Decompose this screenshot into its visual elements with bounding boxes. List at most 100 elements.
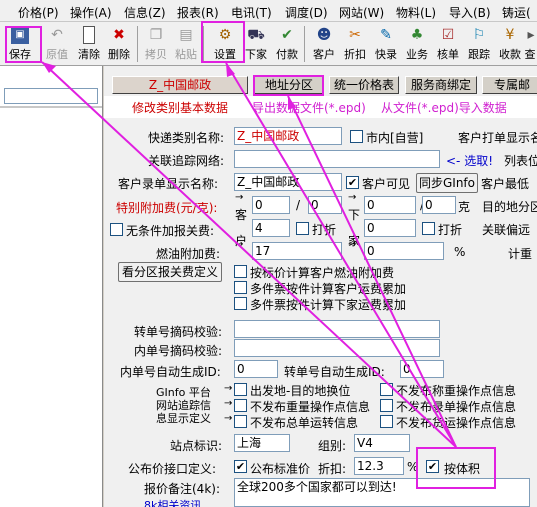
- tab-current-category[interactable]: Z_中国邮政: [112, 76, 248, 94]
- fuel-surcharge-input-2[interactable]: 0: [364, 242, 444, 260]
- surcharge-input-2[interactable]: 0: [308, 196, 342, 214]
- tab-unified-price[interactable]: 统一价格表: [329, 76, 399, 94]
- unconditional-fee-checkbox[interactable]: [110, 223, 123, 236]
- ginfo-swap-checkbox[interactable]: [234, 383, 247, 396]
- public-standard-label: 公布标准价: [250, 462, 311, 476]
- menu-info[interactable]: 信息(Z): [124, 4, 166, 21]
- discount-button[interactable]: ✂ 折扣: [340, 22, 370, 64]
- auto-transfer-id-label: 转单号自动生成ID:: [284, 365, 385, 379]
- more-button[interactable]: ▸ 查: [522, 22, 537, 64]
- customer-char: 客: [235, 208, 248, 222]
- address-tab-highlight: [253, 75, 324, 96]
- public-standard-checkbox[interactable]: ✔: [234, 460, 247, 473]
- sync-ginfo-button[interactable]: 同步GInfo: [416, 173, 478, 193]
- select-link[interactable]: <- 选取!: [446, 152, 493, 169]
- downstream-button[interactable]: ⛟ 下家: [241, 22, 271, 64]
- save-highlight: [5, 26, 42, 63]
- export-data-link[interactable]: 导出数据文件(*.epd): [252, 99, 366, 116]
- discount-label-2: 打折: [438, 223, 463, 237]
- arrow-right-icon: →: [235, 239, 244, 250]
- payment-button[interactable]: ✔ 付款: [272, 22, 302, 64]
- menu-dispatch[interactable]: 调度(D): [285, 4, 328, 21]
- discount-checkbox-1[interactable]: [296, 222, 309, 235]
- menu-operate[interactable]: 操作(A): [70, 4, 112, 21]
- site-id-input[interactable]: 上海: [234, 434, 290, 452]
- fuel-surcharge-label: 燃油附加费:: [156, 247, 221, 261]
- copy-icon: ❐: [149, 27, 163, 43]
- arrow-right-icon: →: [224, 398, 233, 409]
- fuel-surcharge-input-1[interactable]: 17: [252, 242, 342, 260]
- menu-price[interactable]: 价格(P): [18, 4, 59, 21]
- customer-button[interactable]: ☻ 客户: [309, 22, 339, 64]
- rebate-input[interactable]: 12.3: [354, 457, 404, 475]
- city-checkbox[interactable]: [350, 130, 363, 143]
- menu-material[interactable]: 物料(L): [396, 4, 436, 21]
- auto-inner-id-input[interactable]: 0: [234, 360, 278, 378]
- ginfo-weight-label: 不发布重量操作点信息: [250, 400, 371, 414]
- receive-button[interactable]: ¥ 收款: [495, 22, 525, 64]
- customer-icon: ☻: [316, 27, 332, 43]
- left-pane: [0, 66, 103, 507]
- discount-label-1: 打折: [312, 223, 337, 237]
- menu-website[interactable]: 网站(W): [339, 4, 384, 21]
- customer-display-label: 客户录单显示名称:: [118, 177, 219, 191]
- paste-icon: ▤: [179, 27, 193, 43]
- express-name-input[interactable]: Z_中国邮政: [234, 127, 342, 145]
- public-price-label: 公布价接口定义:: [128, 462, 217, 476]
- related-info-link[interactable]: 8k相关资讯: [144, 497, 201, 507]
- auto-inner-id-label: 内单号自动生成ID:: [120, 365, 221, 379]
- paste-button[interactable]: ▤ 粘贴: [171, 22, 201, 64]
- import-data-link[interactable]: 从文件(*.epd)导入数据: [381, 99, 507, 116]
- track-button[interactable]: ⚐ 跟踪: [464, 22, 494, 64]
- city-label: 市内[自营]: [366, 131, 424, 145]
- tab-service-binding[interactable]: 服务商绑定: [405, 76, 477, 94]
- track-network-input[interactable]: [234, 150, 440, 168]
- menu-telecom[interactable]: 电讯(T): [231, 4, 272, 21]
- delete-button[interactable]: ✖ 删除: [104, 22, 134, 64]
- ginfo-swap-label: 出发地-目的地换位: [250, 384, 351, 398]
- arrow-right-icon: →: [224, 413, 233, 424]
- discount-checkbox-2[interactable]: [422, 222, 435, 235]
- ginfo-freight-label: 不发布货运操作点信息: [396, 416, 517, 430]
- inner-code-label: 内单号摘码校验:: [134, 344, 223, 358]
- customer-visible-checkbox[interactable]: ✔: [346, 176, 359, 189]
- fuel-by-list-price-checkbox[interactable]: [234, 265, 247, 278]
- view-partition-fee-button[interactable]: 看分区报关费定义: [118, 262, 222, 282]
- rebate-label: 折扣:: [318, 462, 347, 476]
- business-button[interactable]: ♣ 业务: [402, 22, 432, 64]
- surcharge-input-3[interactable]: 0: [364, 196, 416, 214]
- multi-piece-downstream-checkbox[interactable]: [234, 297, 247, 310]
- check-button[interactable]: ☑ 核单: [433, 22, 463, 64]
- express-entry-button[interactable]: ✎ 快录: [371, 22, 401, 64]
- group-label: 组别:: [318, 439, 347, 453]
- ginfo-weight-checkbox[interactable]: [234, 399, 247, 412]
- customer-min-label: 客户最低: [481, 177, 530, 191]
- multi-piece-customer-checkbox[interactable]: [234, 281, 247, 294]
- ginfo-entry-checkbox[interactable]: [380, 399, 393, 412]
- unconditional-fee-input-1[interactable]: 4: [252, 219, 290, 237]
- menu-bar: 价格(P) 操作(A) 信息(Z) 报表(R) 电讯(T) 调度(D) 网站(W…: [0, 0, 537, 22]
- unconditional-fee-input-2[interactable]: 0: [364, 219, 416, 237]
- weight-calc-label: 计重: [508, 247, 533, 261]
- customer-display-input[interactable]: Z_中国邮政: [234, 173, 342, 191]
- percent-label: %: [454, 245, 466, 259]
- surcharge-input-1[interactable]: 0: [252, 196, 290, 214]
- menu-import[interactable]: 导入(B): [449, 4, 491, 21]
- ginfo-scale-checkbox[interactable]: [380, 383, 393, 396]
- modify-basic-data-link[interactable]: 修改类别基本数据: [132, 99, 228, 116]
- menu-report[interactable]: 报表(R): [177, 4, 219, 21]
- tab-exclusive[interactable]: 专属邮: [482, 76, 537, 94]
- left-search-box[interactable]: [4, 88, 98, 104]
- remark-label: 报价备注(4k):: [144, 482, 220, 496]
- transfer-code-input[interactable]: [234, 320, 440, 338]
- inner-code-input[interactable]: [234, 339, 440, 357]
- ginfo-master-checkbox[interactable]: [234, 415, 247, 428]
- auto-transfer-id-input[interactable]: 0: [400, 360, 444, 378]
- settings-highlight: [201, 21, 245, 63]
- group-input[interactable]: V4: [354, 434, 410, 452]
- next-char: 下: [348, 208, 361, 222]
- surcharge-input-4[interactable]: 0: [422, 196, 456, 214]
- menu-cast[interactable]: 铸运(: [502, 4, 531, 21]
- original-button[interactable]: ↶ 原值: [42, 22, 72, 64]
- ginfo-freight-checkbox[interactable]: [380, 415, 393, 428]
